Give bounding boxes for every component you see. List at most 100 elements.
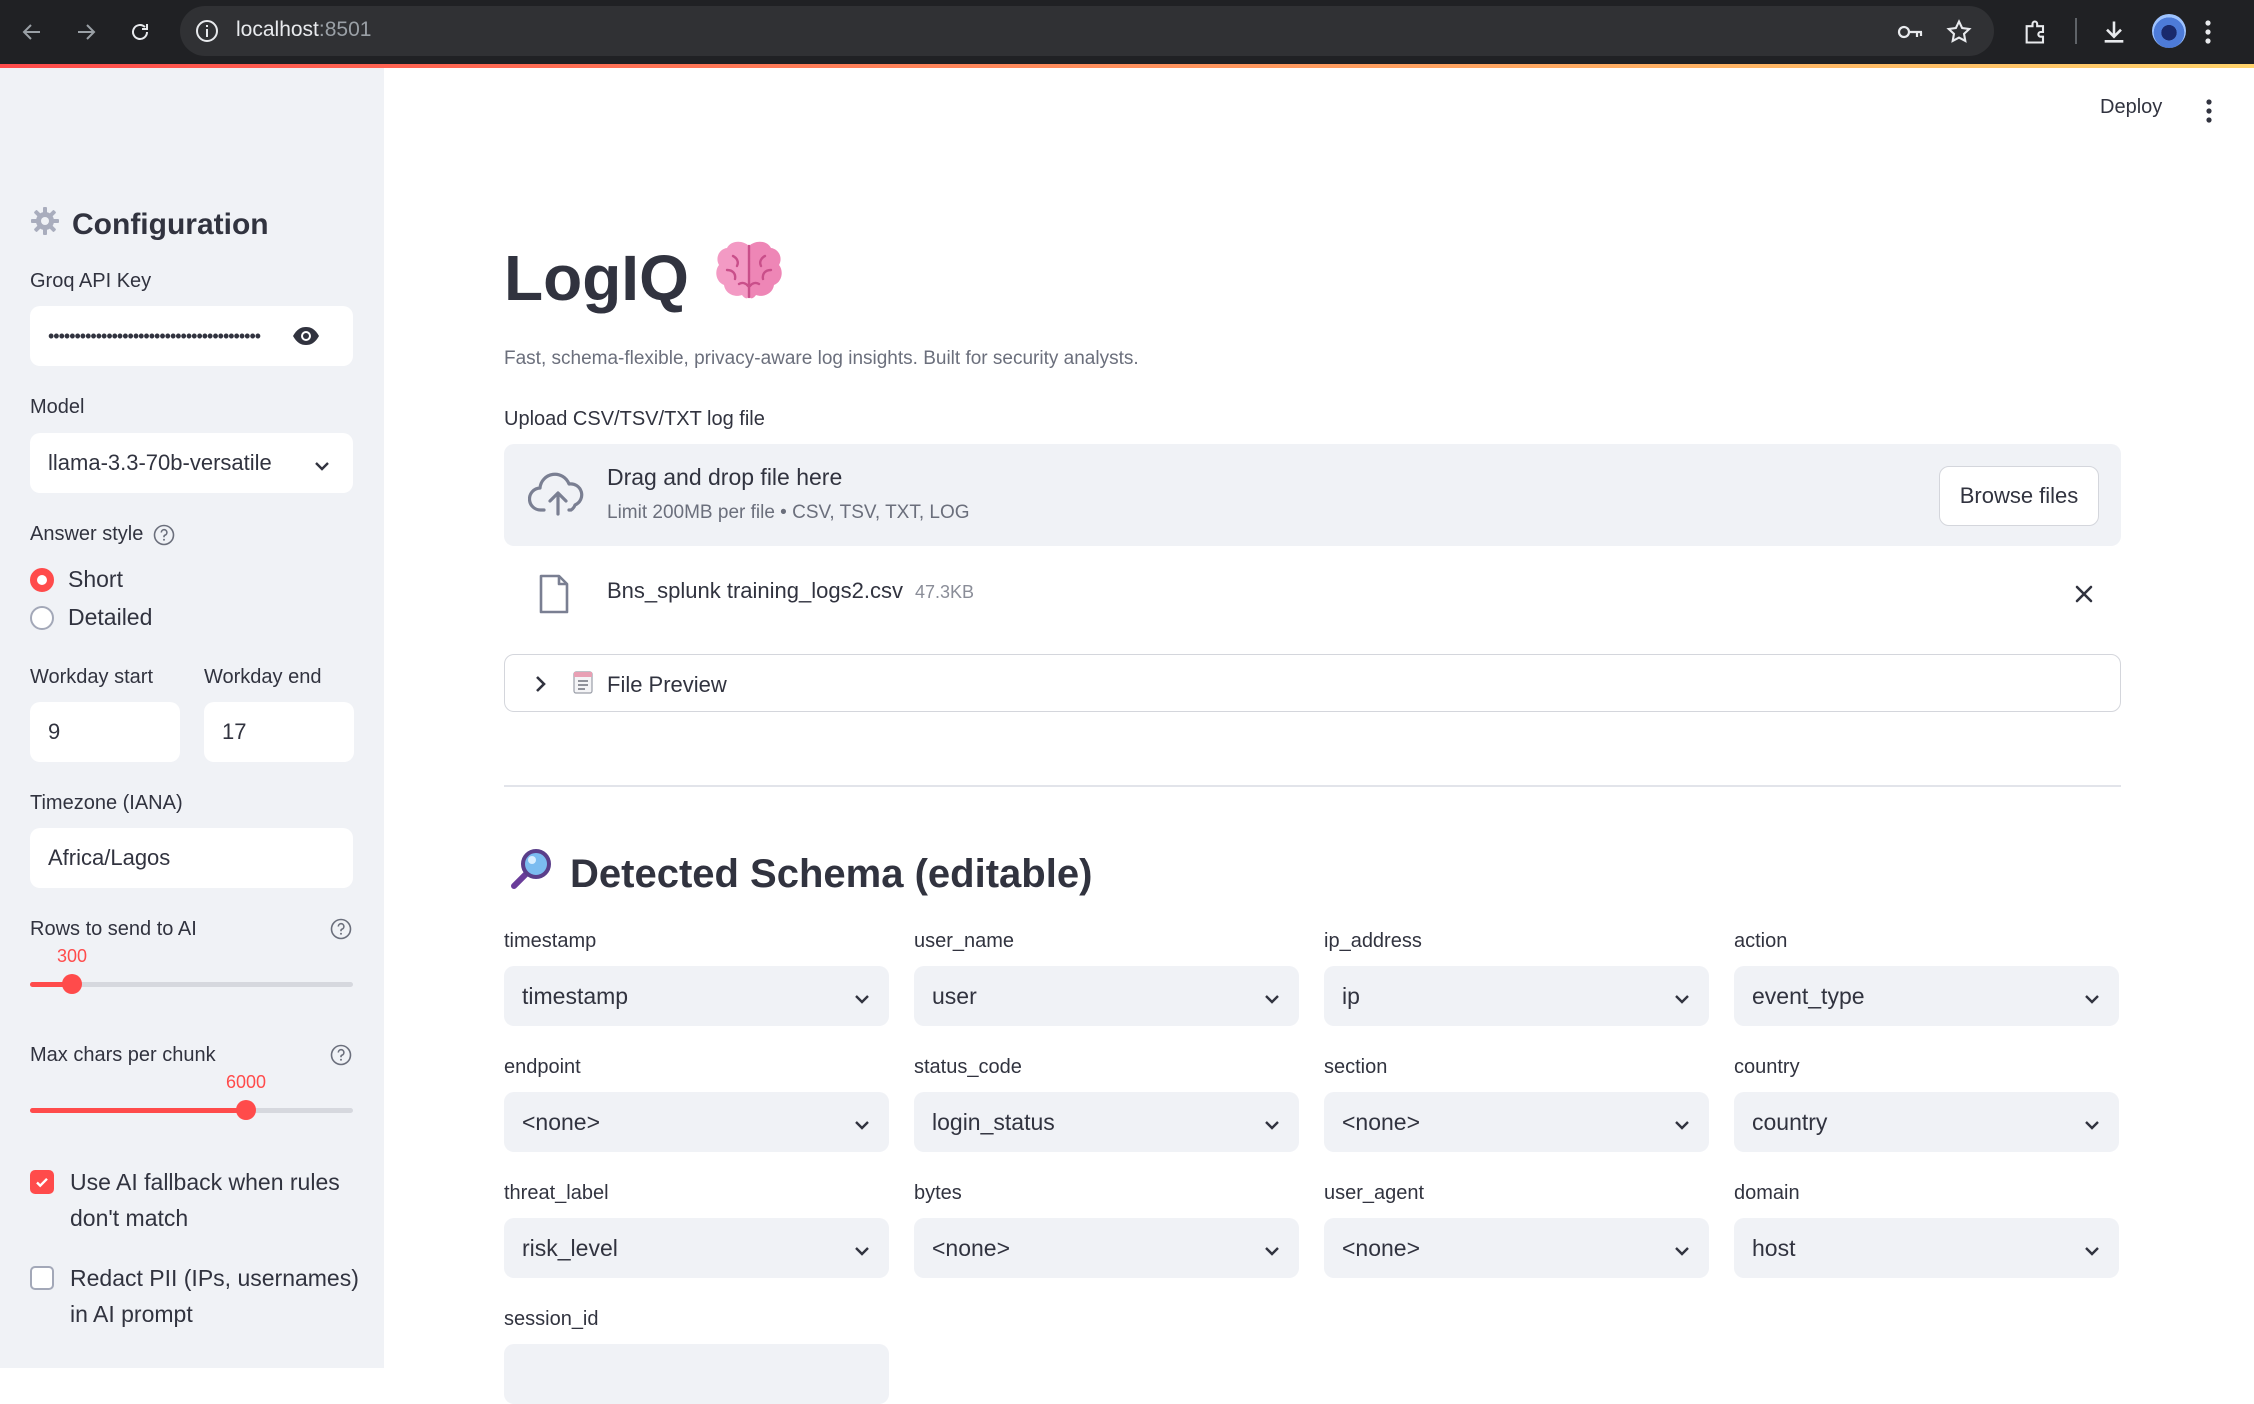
workday-end-label: Workday end (204, 666, 322, 688)
timezone-label: Timezone (IANA) (30, 792, 183, 814)
schema-field: session_id (504, 1308, 889, 1404)
notepad-icon (571, 669, 595, 701)
help-icon[interactable] (330, 918, 352, 940)
radio-detailed[interactable]: Detailed (30, 604, 152, 631)
checkbox-checked-icon[interactable] (30, 1170, 54, 1194)
help-icon[interactable] (330, 1044, 352, 1066)
password-key-icon[interactable] (1892, 14, 1928, 50)
schema-field-label: user_agent (1324, 1182, 1425, 1204)
chevron-down-icon (1673, 987, 1691, 1005)
chevron-down-icon (1263, 1239, 1281, 1257)
remove-file-close-icon[interactable] (2070, 580, 2098, 608)
sidebar-title-text: Configuration (72, 208, 269, 241)
chars-slider[interactable]: 6000 (30, 1072, 353, 1120)
radio-detailed-label: Detailed (68, 604, 153, 630)
cloud-upload-icon (527, 470, 588, 520)
workday-start-input[interactable]: 9 (30, 702, 180, 762)
timezone-input[interactable]: Africa/Lagos (30, 828, 353, 888)
profile-avatar[interactable] (2152, 14, 2186, 48)
schema-field-label: ip_address (1324, 930, 1422, 952)
uploaded-file-name: Bns_splunk training_logs2.csv (607, 578, 903, 603)
address-bar[interactable]: localhost:8501 (180, 6, 1994, 56)
chars-slider-label: Max chars per chunk (30, 1044, 216, 1066)
schema-field-label: section (1324, 1056, 1388, 1078)
api-key-input[interactable]: •••••••••••••••••••••••••••••••••••••••• (30, 306, 353, 366)
schema-field: bytes <none> (914, 1182, 1299, 1278)
dropzone-limit: Limit 200MB per file • CSV, TSV, TXT, LO… (607, 502, 970, 523)
reload-icon[interactable] (122, 14, 158, 50)
url-text: localhost:8501 (236, 18, 372, 41)
schema-field-select[interactable]: risk_level (504, 1218, 889, 1278)
schema-field-value: user (932, 982, 977, 1009)
chevron-right-icon (529, 673, 551, 695)
schema-field-select[interactable]: login_status (914, 1092, 1299, 1152)
browse-files-button[interactable]: Browse files (1939, 466, 2099, 526)
chars-slider-fill (30, 1108, 246, 1113)
schema-field: domain host (1734, 1182, 2119, 1278)
schema-field-select[interactable]: <none> (1324, 1092, 1709, 1152)
schema-field: country country (1734, 1056, 2119, 1152)
page-subtitle: Fast, schema-flexible, privacy-aware log… (504, 348, 1139, 369)
schema-field: action event_type (1734, 930, 2119, 1026)
site-info-icon[interactable] (194, 18, 220, 44)
workday-end-input[interactable]: 17 (204, 702, 354, 762)
radio-unselected-indicator[interactable] (30, 605, 54, 630)
extensions-icon[interactable] (2018, 14, 2054, 50)
schema-section-title: Detected Schema (editable) (508, 846, 1092, 902)
schema-field-label: action (1734, 930, 1788, 952)
redact-pii-label-line1: Redact PII (IPs, usernames) (70, 1265, 359, 1291)
show-password-eye-icon[interactable] (291, 324, 321, 354)
back-icon[interactable] (14, 14, 50, 50)
schema-field-select[interactable]: country (1734, 1092, 2119, 1152)
download-icon[interactable] (2096, 14, 2132, 50)
checkbox-unchecked-icon[interactable] (30, 1266, 54, 1290)
schema-field-value: host (1752, 1234, 1796, 1261)
file-preview-label: File Preview (571, 669, 727, 701)
dropzone-title: Drag and drop file here (607, 464, 843, 490)
page-title-text: LogIQ (504, 241, 689, 314)
schema-field: status_code login_status (914, 1056, 1299, 1152)
file-preview-expander[interactable]: File Preview (504, 654, 2121, 712)
schema-field-select[interactable]: <none> (1324, 1218, 1709, 1278)
schema-field-select[interactable]: ip (1324, 966, 1709, 1026)
deploy-button[interactable]: Deploy (2100, 96, 2162, 119)
radio-short[interactable]: Short (30, 566, 123, 593)
uploaded-file-row: Bns_splunk training_logs2.csv 47.3KB (504, 566, 2121, 622)
help-icon[interactable] (153, 524, 175, 546)
redact-pii-label: Redact PII (IPs, usernames) in AI prompt (70, 1260, 359, 1332)
schema-field-select[interactable]: timestamp (504, 966, 889, 1026)
schema-field-select[interactable]: event_type (1734, 966, 2119, 1026)
redact-pii-checkbox[interactable]: Redact PII (IPs, usernames) in AI prompt (30, 1260, 370, 1332)
schema-field-select[interactable] (504, 1344, 889, 1404)
app-menu-icon[interactable] (2196, 96, 2222, 126)
chevron-down-icon (2083, 1113, 2101, 1131)
forward-icon[interactable] (68, 14, 104, 50)
schema-field-select[interactable]: <none> (504, 1092, 889, 1152)
api-key-label: Groq API Key (30, 270, 152, 292)
bookmark-star-icon[interactable] (1941, 14, 1977, 50)
schema-field-select[interactable]: host (1734, 1218, 2119, 1278)
chevron-down-icon (853, 1239, 871, 1257)
file-icon (538, 574, 570, 614)
schema-field-label: domain (1734, 1182, 1800, 1204)
schema-field-select[interactable]: user (914, 966, 1299, 1026)
chrome-menu-icon[interactable] (2190, 14, 2226, 50)
chevron-down-icon (2083, 987, 2101, 1005)
chevron-down-icon (1263, 1113, 1281, 1131)
section-divider (504, 785, 2121, 787)
schema-field: section <none> (1324, 1056, 1709, 1152)
file-dropzone[interactable]: Drag and drop file here Limit 200MB per … (504, 444, 2121, 546)
chars-slider-thumb[interactable] (236, 1100, 256, 1120)
radio-selected-indicator[interactable] (30, 567, 54, 592)
chevron-down-icon (1673, 1239, 1691, 1257)
model-select[interactable]: llama-3.3-70b-versatile (30, 433, 353, 493)
schema-field-label: timestamp (504, 930, 597, 952)
magnifying-glass-icon (508, 846, 554, 902)
ai-fallback-checkbox[interactable]: Use AI fallback when rules don't match (30, 1164, 360, 1236)
chevron-down-icon (2083, 1239, 2101, 1257)
schema-field-value: login_status (932, 1108, 1055, 1135)
rows-slider[interactable]: 300 (30, 946, 353, 994)
schema-field-select[interactable]: <none> (914, 1218, 1299, 1278)
rows-slider-thumb[interactable] (62, 974, 82, 994)
schema-field: user_agent <none> (1324, 1182, 1709, 1278)
